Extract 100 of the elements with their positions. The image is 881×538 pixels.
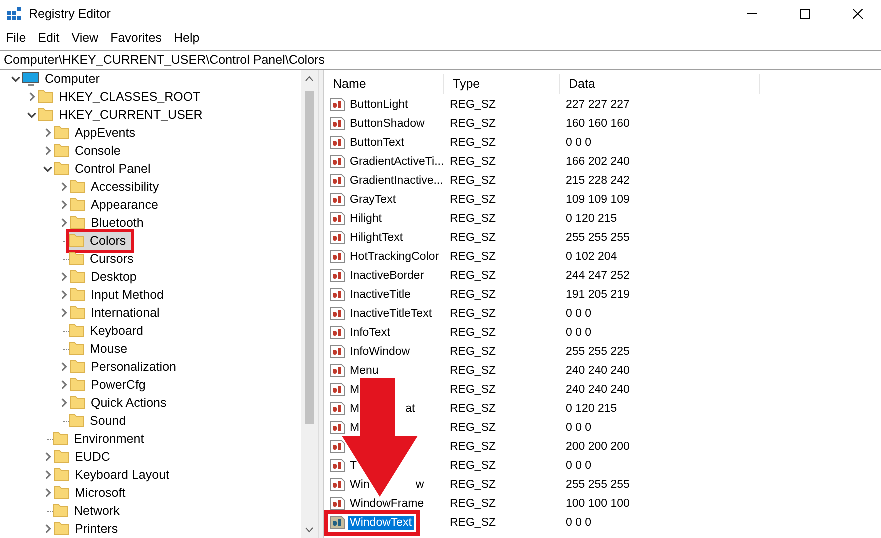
value-name[interactable]: ButtonLight bbox=[348, 98, 410, 112]
value-data: 0 102 204 bbox=[565, 250, 618, 262]
value-type: REG_SZ bbox=[449, 384, 498, 396]
value-name[interactable]: ButtonText bbox=[348, 136, 406, 150]
folder-icon bbox=[70, 270, 86, 284]
menu-item[interactable]: File bbox=[0, 31, 32, 45]
tree-item[interactable]: Sound bbox=[69, 412, 132, 430]
close-icon bbox=[853, 9, 863, 19]
value-name[interactable]: WindowFrame bbox=[348, 496, 426, 510]
tree-item[interactable]: Network bbox=[53, 502, 125, 520]
address-bar[interactable]: Computer\HKEY_CURRENT_USER\Control Panel\Colors bbox=[0, 50, 881, 70]
tree-item[interactable]: Keyboard Layout bbox=[54, 466, 175, 484]
menu-item[interactable]: Help bbox=[168, 31, 206, 45]
string-value-icon bbox=[330, 116, 346, 130]
string-value-icon bbox=[330, 154, 346, 168]
value-type: REG_SZ bbox=[449, 346, 498, 358]
tree-item[interactable]: Appearance bbox=[70, 196, 164, 214]
tree-item[interactable]: PowerCfg bbox=[70, 376, 151, 394]
menu-item[interactable]: Edit bbox=[32, 31, 66, 45]
scroll-thumb[interactable] bbox=[305, 91, 314, 424]
value-name[interactable]: InfoText bbox=[348, 326, 392, 340]
tree-item[interactable]: Bluetooth bbox=[70, 214, 149, 232]
tree-item[interactable]: Computer bbox=[22, 70, 105, 88]
tree-item[interactable]: Console bbox=[54, 142, 126, 160]
value-name[interactable]: GradientActiveTi... bbox=[348, 154, 446, 168]
value-name[interactable]: InfoWindow bbox=[348, 344, 412, 358]
tree-item[interactable]: Mouse bbox=[69, 340, 133, 358]
folder-icon bbox=[54, 450, 70, 464]
folder-icon bbox=[70, 360, 86, 374]
menu-item[interactable]: Favorites bbox=[104, 31, 168, 45]
tree-item[interactable]: EUDC bbox=[54, 448, 116, 466]
value-name[interactable]: HotTrackingColor bbox=[348, 250, 442, 264]
tree-item[interactable]: Quick Actions bbox=[70, 394, 172, 412]
value-name[interactable]: ButtonShadow bbox=[348, 116, 427, 130]
value-data: 215 228 242 bbox=[565, 174, 630, 186]
value-type: REG_SZ bbox=[449, 516, 498, 528]
menu-item[interactable]: View bbox=[66, 31, 105, 45]
tree-item[interactable]: Accessibility bbox=[70, 178, 164, 196]
value-data: 240 240 240 bbox=[565, 364, 630, 376]
value-name[interactable]: M bbox=[348, 420, 362, 434]
column-header[interactable]: Type bbox=[444, 74, 560, 94]
value-type: REG_SZ bbox=[449, 402, 498, 414]
app-icon bbox=[6, 6, 22, 22]
value-name[interactable]: GrayText bbox=[348, 192, 398, 206]
value-name[interactable]: Win bbox=[348, 478, 372, 492]
value-type: REG_SZ bbox=[449, 212, 498, 224]
tree-item[interactable]: AppEvents bbox=[54, 124, 140, 142]
folder-icon bbox=[69, 252, 85, 266]
folder-icon bbox=[70, 216, 86, 230]
tree-item[interactable]: HKEY_CLASSES_ROOT bbox=[38, 88, 206, 106]
value-type: REG_SZ bbox=[449, 250, 498, 262]
window-title: Registry Editor bbox=[29, 7, 111, 21]
value-type: REG_SZ bbox=[449, 364, 498, 376]
tree-item[interactable]: Control Panel bbox=[54, 160, 156, 178]
tree-item[interactable]: Colors bbox=[69, 232, 132, 250]
value-name[interactable]: InactiveTitle bbox=[348, 288, 413, 302]
value-type: REG_SZ bbox=[449, 478, 498, 490]
folder-icon bbox=[54, 486, 70, 500]
tree-item[interactable]: Desktop bbox=[70, 268, 142, 286]
value-name[interactable]: M bbox=[348, 382, 362, 396]
value-name[interactable]: T bbox=[348, 458, 360, 472]
string-value-icon bbox=[330, 212, 346, 226]
string-value-icon bbox=[330, 326, 346, 340]
folder-icon bbox=[69, 324, 85, 338]
value-name[interactable]: GradientInactive... bbox=[348, 174, 446, 188]
tree-item[interactable]: Keyboard bbox=[69, 322, 149, 340]
folder-icon bbox=[69, 234, 85, 248]
tree-item[interactable]: Printers bbox=[54, 520, 124, 538]
value-data: 255 255 225 bbox=[565, 346, 630, 358]
value-type: REG_SZ bbox=[449, 118, 498, 130]
value-type: REG_SZ bbox=[449, 326, 498, 338]
tree-item[interactable]: Environment bbox=[53, 430, 150, 448]
value-data: 166 202 240 bbox=[565, 156, 630, 168]
tree-item[interactable]: HKEY_CURRENT_USER bbox=[38, 106, 208, 124]
tree-item[interactable]: Personalization bbox=[70, 358, 182, 376]
tree-item[interactable]: Input Method bbox=[70, 286, 169, 304]
column-header[interactable]: Data bbox=[560, 74, 760, 94]
maximize-icon bbox=[800, 9, 810, 19]
value-data: 227 227 227 bbox=[565, 98, 630, 110]
value-name[interactable]: InactiveBorder bbox=[348, 268, 426, 282]
value-name[interactable]: HilightText bbox=[348, 230, 406, 244]
string-value-icon bbox=[330, 478, 346, 492]
tree-item[interactable]: Microsoft bbox=[54, 484, 131, 502]
column-header[interactable]: Name bbox=[324, 74, 444, 94]
value-name[interactable]: InactiveTitleText bbox=[348, 306, 434, 320]
string-value-icon bbox=[330, 98, 346, 112]
tree-item[interactable]: International bbox=[70, 304, 165, 322]
string-value-icon bbox=[330, 458, 346, 472]
folder-icon bbox=[69, 342, 85, 356]
value-data: 255 255 255 bbox=[565, 232, 630, 244]
value-name[interactable]: M bbox=[348, 402, 362, 416]
value-type: REG_SZ bbox=[449, 194, 498, 206]
value-name[interactable]: Menu bbox=[348, 364, 381, 378]
string-value-icon bbox=[330, 288, 346, 302]
folder-icon bbox=[54, 126, 70, 140]
scrollbar[interactable] bbox=[301, 70, 318, 538]
value-data: 0 120 215 bbox=[565, 212, 618, 224]
value-name[interactable]: WindowText bbox=[348, 516, 414, 530]
tree-item[interactable]: Cursors bbox=[69, 250, 139, 268]
value-name[interactable]: Hilight bbox=[348, 212, 384, 226]
